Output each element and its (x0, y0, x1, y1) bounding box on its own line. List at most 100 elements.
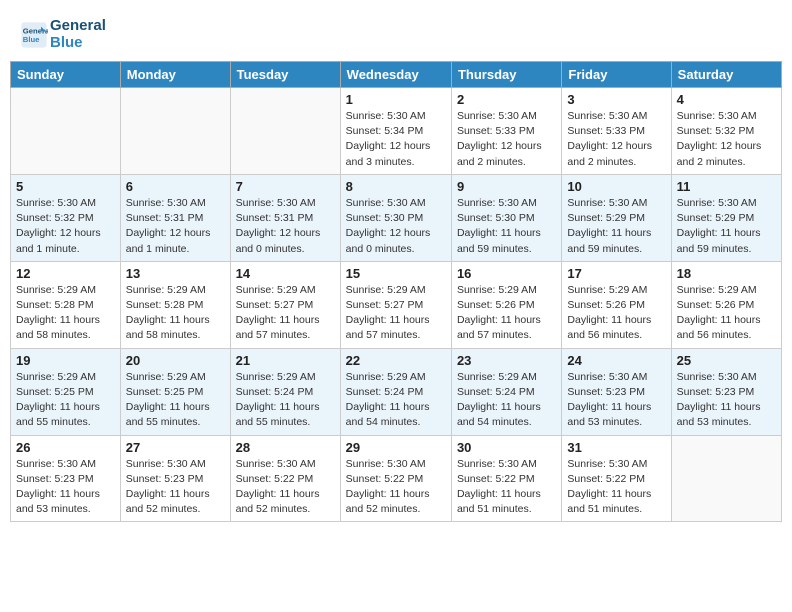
day-info: Sunrise: 5:30 AM Sunset: 5:29 PM Dayligh… (567, 196, 665, 257)
day-number: 16 (457, 266, 556, 281)
day-info: Sunrise: 5:30 AM Sunset: 5:23 PM Dayligh… (16, 457, 115, 518)
day-number: 19 (16, 353, 115, 368)
calendar-day-17: 17 Sunrise: 5:29 AM Sunset: 5:26 PM Dayli… (562, 261, 671, 348)
weekday-header-saturday: Saturday (671, 62, 781, 88)
day-number: 14 (236, 266, 335, 281)
logo-icon: General Blue (20, 21, 48, 49)
day-number: 20 (126, 353, 225, 368)
day-number: 8 (346, 179, 446, 194)
calendar-day-23: 23 Sunrise: 5:29 AM Sunset: 5:24 PM Dayli… (451, 348, 561, 435)
day-info: Sunrise: 5:30 AM Sunset: 5:22 PM Dayligh… (236, 457, 335, 518)
day-info: Sunrise: 5:30 AM Sunset: 5:22 PM Dayligh… (567, 457, 665, 518)
calendar-day-empty (11, 88, 121, 175)
day-number: 6 (126, 179, 225, 194)
day-info: Sunrise: 5:29 AM Sunset: 5:26 PM Dayligh… (677, 283, 776, 344)
calendar-day-24: 24Sunrise: 5:30 AM Sunset: 5:23 PM Dayli… (562, 348, 671, 435)
day-number: 27 (126, 440, 225, 455)
day-info: Sunrise: 5:29 AM Sunset: 5:25 PM Dayligh… (16, 370, 115, 431)
day-number: 23 (457, 353, 556, 368)
logo-text: General Blue (50, 18, 106, 51)
day-info: Sunrise: 5:30 AM Sunset: 5:31 PM Dayligh… (126, 196, 225, 257)
weekday-header-friday: Friday (562, 62, 671, 88)
day-number: 7 (236, 179, 335, 194)
day-info: Sunrise: 5:29 AM Sunset: 5:26 PM Dayligh… (457, 283, 556, 344)
day-info: Sunrise: 5:30 AM Sunset: 5:34 PM Dayligh… (346, 109, 446, 170)
day-info: Sunrise: 5:30 AM Sunset: 5:29 PM Dayligh… (677, 196, 776, 257)
header: General Blue General Blue (10, 10, 782, 55)
day-info: Sunrise: 5:29 AM Sunset: 5:28 PM Dayligh… (16, 283, 115, 344)
day-info: Sunrise: 5:29 AM Sunset: 5:24 PM Dayligh… (346, 370, 446, 431)
calendar-day-4: 4Sunrise: 5:30 AM Sunset: 5:32 PM Daylig… (671, 88, 781, 175)
calendar-day-8: 8 Sunrise: 5:30 AM Sunset: 5:30 PM Daylig… (340, 174, 451, 261)
page: General Blue General Blue SundayMondayTu… (0, 0, 792, 532)
calendar-day-25: 25 Sunrise: 5:30 AM Sunset: 5:23 PM Dayli… (671, 348, 781, 435)
calendar-day-empty (120, 88, 230, 175)
calendar-day-16: 16 Sunrise: 5:29 AM Sunset: 5:26 PM Dayli… (451, 261, 561, 348)
day-info: Sunrise: 5:30 AM Sunset: 5:30 PM Dayligh… (457, 196, 556, 257)
calendar-day-1: 1 Sunrise: 5:30 AM Sunset: 5:34 PM Daylig… (340, 88, 451, 175)
logo: General Blue General Blue (20, 18, 106, 51)
calendar-day-12: 12 Sunrise: 5:29 AM Sunset: 5:28 PM Dayli… (11, 261, 121, 348)
calendar-day-7: 7 Sunrise: 5:30 AM Sunset: 5:31 PM Daylig… (230, 174, 340, 261)
day-info: Sunrise: 5:30 AM Sunset: 5:30 PM Dayligh… (346, 196, 446, 257)
calendar-day-9: 9 Sunrise: 5:30 AM Sunset: 5:30 PM Daylig… (451, 174, 561, 261)
calendar-week-row: 5Sunrise: 5:30 AM Sunset: 5:32 PM Daylig… (11, 174, 782, 261)
day-info: Sunrise: 5:29 AM Sunset: 5:24 PM Dayligh… (457, 370, 556, 431)
day-info: Sunrise: 5:30 AM Sunset: 5:31 PM Dayligh… (236, 196, 335, 257)
calendar-week-row: 12 Sunrise: 5:29 AM Sunset: 5:28 PM Dayli… (11, 261, 782, 348)
calendar-day-19: 19 Sunrise: 5:29 AM Sunset: 5:25 PM Dayli… (11, 348, 121, 435)
weekday-header-monday: Monday (120, 62, 230, 88)
day-info: Sunrise: 5:29 AM Sunset: 5:27 PM Dayligh… (346, 283, 446, 344)
day-number: 10 (567, 179, 665, 194)
day-number: 9 (457, 179, 556, 194)
day-info: Sunrise: 5:29 AM Sunset: 5:24 PM Dayligh… (236, 370, 335, 431)
day-number: 22 (346, 353, 446, 368)
weekday-header-row: SundayMondayTuesdayWednesdayThursdayFrid… (11, 62, 782, 88)
day-number: 24 (567, 353, 665, 368)
calendar-week-row: 1 Sunrise: 5:30 AM Sunset: 5:34 PM Daylig… (11, 88, 782, 175)
day-info: Sunrise: 5:30 AM Sunset: 5:33 PM Dayligh… (567, 109, 665, 170)
calendar-day-27: 27 Sunrise: 5:30 AM Sunset: 5:23 PM Dayli… (120, 435, 230, 522)
day-number: 17 (567, 266, 665, 281)
day-info: Sunrise: 5:30 AM Sunset: 5:32 PM Dayligh… (677, 109, 776, 170)
day-info: Sunrise: 5:29 AM Sunset: 5:26 PM Dayligh… (567, 283, 665, 344)
day-info: Sunrise: 5:29 AM Sunset: 5:27 PM Dayligh… (236, 283, 335, 344)
calendar-day-11: 11 Sunrise: 5:30 AM Sunset: 5:29 PM Dayli… (671, 174, 781, 261)
day-number: 26 (16, 440, 115, 455)
calendar-day-26: 26 Sunrise: 5:30 AM Sunset: 5:23 PM Dayli… (11, 435, 121, 522)
day-number: 25 (677, 353, 776, 368)
calendar-day-empty (671, 435, 781, 522)
day-number: 11 (677, 179, 776, 194)
day-number: 5 (16, 179, 115, 194)
weekday-header-wednesday: Wednesday (340, 62, 451, 88)
calendar-day-5: 5Sunrise: 5:30 AM Sunset: 5:32 PM Daylig… (11, 174, 121, 261)
calendar-day-28: 28 Sunrise: 5:30 AM Sunset: 5:22 PM Dayli… (230, 435, 340, 522)
day-number: 3 (567, 92, 665, 107)
calendar-day-29: 29Sunrise: 5:30 AM Sunset: 5:22 PM Dayli… (340, 435, 451, 522)
day-info: Sunrise: 5:30 AM Sunset: 5:23 PM Dayligh… (126, 457, 225, 518)
day-number: 28 (236, 440, 335, 455)
day-number: 29 (346, 440, 446, 455)
calendar-table: SundayMondayTuesdayWednesdayThursdayFrid… (10, 61, 782, 522)
day-info: Sunrise: 5:30 AM Sunset: 5:22 PM Dayligh… (457, 457, 556, 518)
calendar-week-row: 19 Sunrise: 5:29 AM Sunset: 5:25 PM Dayli… (11, 348, 782, 435)
calendar-day-31: 31 Sunrise: 5:30 AM Sunset: 5:22 PM Dayli… (562, 435, 671, 522)
day-number: 31 (567, 440, 665, 455)
day-number: 13 (126, 266, 225, 281)
svg-text:Blue: Blue (23, 35, 40, 44)
day-number: 12 (16, 266, 115, 281)
calendar-day-15: 15 Sunrise: 5:29 AM Sunset: 5:27 PM Dayli… (340, 261, 451, 348)
calendar-week-row: 26 Sunrise: 5:30 AM Sunset: 5:23 PM Dayli… (11, 435, 782, 522)
day-info: Sunrise: 5:30 AM Sunset: 5:33 PM Dayligh… (457, 109, 556, 170)
calendar-day-empty (230, 88, 340, 175)
weekday-header-sunday: Sunday (11, 62, 121, 88)
calendar-day-10: 10 Sunrise: 5:30 AM Sunset: 5:29 PM Dayli… (562, 174, 671, 261)
calendar-day-21: 21Sunrise: 5:29 AM Sunset: 5:24 PM Dayli… (230, 348, 340, 435)
day-number: 30 (457, 440, 556, 455)
day-info: Sunrise: 5:29 AM Sunset: 5:25 PM Dayligh… (126, 370, 225, 431)
day-info: Sunrise: 5:30 AM Sunset: 5:23 PM Dayligh… (677, 370, 776, 431)
calendar-day-30: 30 Sunrise: 5:30 AM Sunset: 5:22 PM Dayli… (451, 435, 561, 522)
calendar-day-18: 18Sunrise: 5:29 AM Sunset: 5:26 PM Dayli… (671, 261, 781, 348)
day-number: 1 (346, 92, 446, 107)
day-number: 15 (346, 266, 446, 281)
